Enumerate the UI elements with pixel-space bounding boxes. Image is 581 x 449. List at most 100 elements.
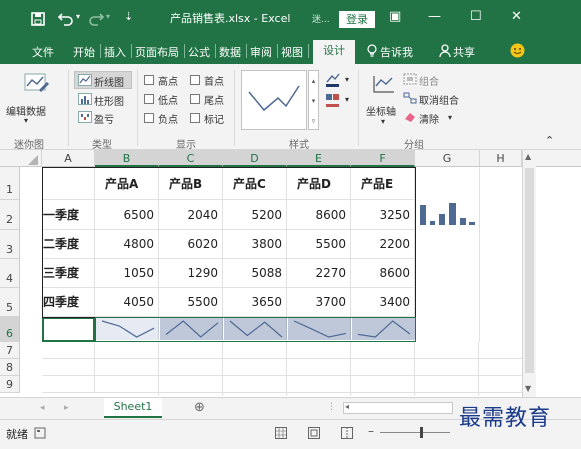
cell-E5[interactable]: 3700 bbox=[287, 288, 351, 317]
cell-C3[interactable]: 6020 bbox=[159, 230, 223, 259]
cell-A4[interactable]: 三季度 bbox=[42, 259, 95, 288]
cell-F3[interactable]: 2200 bbox=[351, 230, 415, 259]
collapse-ribbon-icon[interactable]: ⌃ bbox=[545, 134, 554, 147]
cell-D1[interactable]: 产品C bbox=[223, 167, 287, 200]
group-button[interactable]: 组合 bbox=[419, 73, 439, 88]
undo-dropdown[interactable]: ▾ bbox=[76, 12, 80, 21]
cell-A8[interactable] bbox=[42, 359, 95, 376]
axis-button[interactable]: 坐标轴 bbox=[366, 103, 396, 118]
page-layout-view-icon[interactable] bbox=[308, 427, 320, 439]
tab-home[interactable]: 开始 bbox=[73, 44, 95, 60]
col-header-E[interactable]: E bbox=[287, 150, 351, 167]
tell-me-search[interactable]: 告诉我 bbox=[380, 44, 413, 60]
sparkline-color-icon[interactable] bbox=[325, 73, 343, 87]
col-header-H[interactable]: H bbox=[480, 150, 522, 167]
macro-record-icon[interactable] bbox=[34, 427, 46, 439]
axis-icon[interactable] bbox=[372, 74, 396, 94]
cell-D5[interactable]: 3650 bbox=[223, 288, 287, 317]
login-button[interactable]: 登录 bbox=[339, 11, 375, 28]
cell-A6[interactable] bbox=[42, 317, 95, 342]
cell-A1[interactable] bbox=[42, 167, 95, 200]
tab-formulas[interactable]: 公式 bbox=[188, 44, 210, 60]
cell-D4[interactable]: 5088 bbox=[223, 259, 287, 288]
sparkline-color-dropdown[interactable]: ▾ bbox=[345, 75, 349, 84]
col-header-A[interactable]: A bbox=[42, 150, 95, 167]
cell-F4[interactable]: 8600 bbox=[351, 259, 415, 288]
tab-insert[interactable]: 插入 bbox=[104, 44, 126, 60]
ungroup-button[interactable]: 取消组合 bbox=[419, 92, 459, 107]
cell-B1[interactable]: 产品A bbox=[95, 167, 159, 200]
cell-A2[interactable]: 一季度 bbox=[42, 200, 95, 230]
row-header-6[interactable]: 6 bbox=[0, 317, 20, 342]
cell-E2[interactable]: 8600 bbox=[287, 200, 351, 230]
share-button[interactable]: 共享 bbox=[453, 44, 475, 60]
customize-toolbar-button[interactable]: ⇣ bbox=[124, 10, 133, 23]
row-header-9[interactable]: 9 bbox=[0, 376, 20, 393]
maximize-button[interactable]: ☐ bbox=[470, 9, 482, 24]
cell-C1[interactable]: 产品B bbox=[159, 167, 223, 200]
add-sheet-button[interactable]: ⊕ bbox=[194, 400, 205, 415]
marker-color-icon[interactable] bbox=[325, 93, 343, 107]
col-header-B[interactable]: B bbox=[95, 150, 159, 167]
col-header-F[interactable]: F bbox=[351, 150, 415, 167]
tab-view[interactable]: 视图 bbox=[281, 44, 303, 60]
row-header-8[interactable]: 8 bbox=[0, 359, 20, 376]
tab-design[interactable]: 设计 bbox=[313, 40, 355, 64]
col-header-D[interactable]: D bbox=[223, 150, 287, 167]
column-sparkline-G2[interactable] bbox=[419, 203, 477, 227]
hscroll-left-arrow[interactable]: ◂ bbox=[345, 402, 349, 411]
ribbon-display-options-icon[interactable]: ▣ bbox=[389, 9, 401, 24]
cell-A3[interactable]: 二季度 bbox=[42, 230, 95, 259]
cell-D3[interactable]: 3800 bbox=[223, 230, 287, 259]
win-loss-sparkline-button[interactable]: 盈亏 bbox=[94, 111, 114, 126]
row-header-5[interactable]: 5 bbox=[0, 288, 20, 317]
cell-E4[interactable]: 2270 bbox=[287, 259, 351, 288]
cell-C2[interactable]: 2040 bbox=[159, 200, 223, 230]
scroll-thumb[interactable] bbox=[525, 168, 534, 373]
cell-F1[interactable]: 产品E bbox=[351, 167, 415, 200]
style-preview-sparkline[interactable] bbox=[246, 82, 302, 116]
smiley-icon[interactable] bbox=[510, 43, 525, 58]
zoom-slider[interactable] bbox=[380, 432, 450, 433]
low-point-checkbox[interactable] bbox=[144, 94, 154, 104]
row-header-4[interactable]: 4 bbox=[0, 259, 20, 288]
sheet-bar-splitter[interactable]: ⋮ bbox=[327, 402, 336, 412]
sheet-next-arrow[interactable]: ▸ bbox=[64, 403, 69, 413]
tab-review[interactable]: 审阅 bbox=[250, 44, 272, 60]
cell-E1[interactable]: 产品D bbox=[287, 167, 351, 200]
zoom-slider-thumb[interactable] bbox=[420, 427, 423, 438]
cell-B3[interactable]: 4800 bbox=[95, 230, 159, 259]
undo-icon[interactable] bbox=[58, 12, 74, 26]
row-header-2[interactable]: 2 bbox=[0, 200, 20, 230]
cell-F5[interactable]: 3400 bbox=[351, 288, 415, 317]
cell-C5[interactable]: 5500 bbox=[159, 288, 223, 317]
cell-A9[interactable] bbox=[42, 376, 95, 393]
sheet-tab-sheet1[interactable]: Sheet1 bbox=[104, 398, 162, 418]
axis-dropdown[interactable]: ▾ bbox=[381, 117, 385, 126]
row-header-7[interactable]: 7 bbox=[0, 342, 20, 359]
cell-B4[interactable]: 1050 bbox=[95, 259, 159, 288]
markers-checkbox[interactable] bbox=[190, 113, 200, 123]
high-point-checkbox[interactable] bbox=[144, 75, 154, 85]
normal-view-icon[interactable] bbox=[275, 427, 287, 439]
style-gallery-scroll[interactable]: ▴ ▾ ▿ bbox=[308, 70, 319, 130]
cell-A5[interactable]: 四季度 bbox=[42, 288, 95, 317]
vertical-scrollbar[interactable]: ▲ ▼ bbox=[522, 150, 536, 397]
horizontal-scrollbar[interactable]: ◂ bbox=[343, 402, 453, 414]
minimize-button[interactable]: — bbox=[428, 9, 441, 24]
first-point-checkbox[interactable] bbox=[190, 75, 200, 85]
cell-C4[interactable]: 1290 bbox=[159, 259, 223, 288]
redo-icon[interactable] bbox=[88, 12, 104, 26]
cell-F2[interactable]: 3250 bbox=[351, 200, 415, 230]
edit-data-dropdown[interactable]: ▾ bbox=[24, 116, 28, 125]
zoom-out-button[interactable]: – bbox=[368, 424, 374, 438]
sparkline-range[interactable] bbox=[95, 317, 416, 342]
cell-E3[interactable]: 5500 bbox=[287, 230, 351, 259]
row-header-3[interactable]: 3 bbox=[0, 230, 20, 259]
column-sparkline-button[interactable]: 柱形图 bbox=[94, 93, 124, 108]
edit-data-icon[interactable] bbox=[23, 72, 51, 94]
sheet-prev-arrow[interactable]: ◂ bbox=[40, 403, 45, 413]
clear-dropdown[interactable]: ▾ bbox=[448, 113, 452, 122]
cell-D2[interactable]: 5200 bbox=[223, 200, 287, 230]
negative-point-checkbox[interactable] bbox=[144, 113, 154, 123]
